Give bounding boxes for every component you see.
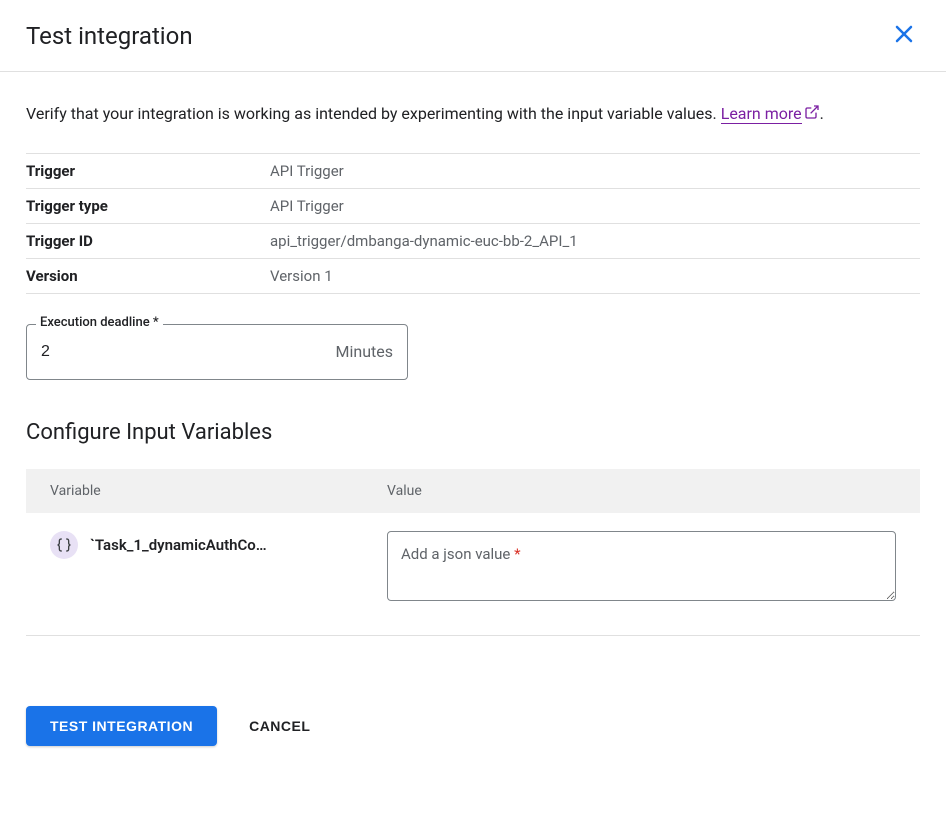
table-row: Trigger API Trigger: [26, 153, 920, 188]
trigger-value: API Trigger: [270, 153, 920, 188]
learn-more-link[interactable]: Learn more: [721, 104, 802, 124]
table-row: Version Version 1: [26, 258, 920, 293]
learn-more-text: Learn more: [721, 104, 802, 123]
dialog-header: Test integration: [0, 0, 946, 72]
json-value-input[interactable]: [387, 531, 896, 601]
execution-deadline-wrap: Minutes: [26, 324, 408, 380]
col-header-value: Value: [387, 483, 422, 499]
test-integration-button[interactable]: TEST INTEGRATION: [26, 706, 217, 746]
table-row: Trigger ID api_trigger/dmbanga-dynamic-e…: [26, 223, 920, 258]
trigger-type-value: API Trigger: [270, 188, 920, 223]
trigger-info-table: Trigger API Trigger Trigger type API Tri…: [26, 153, 920, 294]
variable-name-cell: `Task_1_dynamicAuthCo…: [50, 531, 387, 559]
variables-header: Variable Value: [26, 469, 920, 513]
execution-deadline-label: Execution deadline *: [36, 315, 163, 330]
dialog-content: Verify that your integration is working …: [0, 72, 946, 772]
dialog-actions: TEST INTEGRATION CANCEL: [26, 706, 920, 746]
variable-value-cell: Add a json value *: [387, 531, 896, 605]
table-row: Trigger type API Trigger: [26, 188, 920, 223]
execution-deadline-input[interactable]: [27, 327, 336, 377]
col-header-variable: Variable: [50, 483, 387, 499]
version-value: Version 1: [270, 258, 920, 293]
cancel-button[interactable]: CANCEL: [241, 706, 318, 746]
configure-vars-title: Configure Input Variables: [26, 420, 920, 445]
close-button[interactable]: [888, 18, 920, 53]
dialog-title: Test integration: [26, 22, 193, 50]
execution-deadline-suffix: Minutes: [336, 342, 408, 361]
description-text: Verify that your integration is working …: [26, 100, 920, 129]
json-variable-icon: [50, 531, 78, 559]
close-icon: [892, 22, 916, 49]
description-suffix: .: [820, 104, 824, 123]
execution-deadline-field: Execution deadline * Minutes: [26, 324, 408, 380]
description-prefix: Verify that your integration is working …: [26, 104, 721, 123]
variable-row: `Task_1_dynamicAuthCo… Add a json value …: [26, 513, 920, 636]
trigger-label: Trigger: [26, 153, 270, 188]
trigger-id-value: api_trigger/dmbanga-dynamic-euc-bb-2_API…: [270, 223, 920, 258]
trigger-id-label: Trigger ID: [26, 223, 270, 258]
trigger-type-label: Trigger type: [26, 188, 270, 223]
version-label: Version: [26, 258, 270, 293]
external-link-icon: [804, 101, 820, 129]
variable-name: `Task_1_dynamicAuthCo…: [90, 536, 267, 554]
variables-table: Variable Value `Task_1_dynamicAuthCo… Ad…: [26, 469, 920, 636]
